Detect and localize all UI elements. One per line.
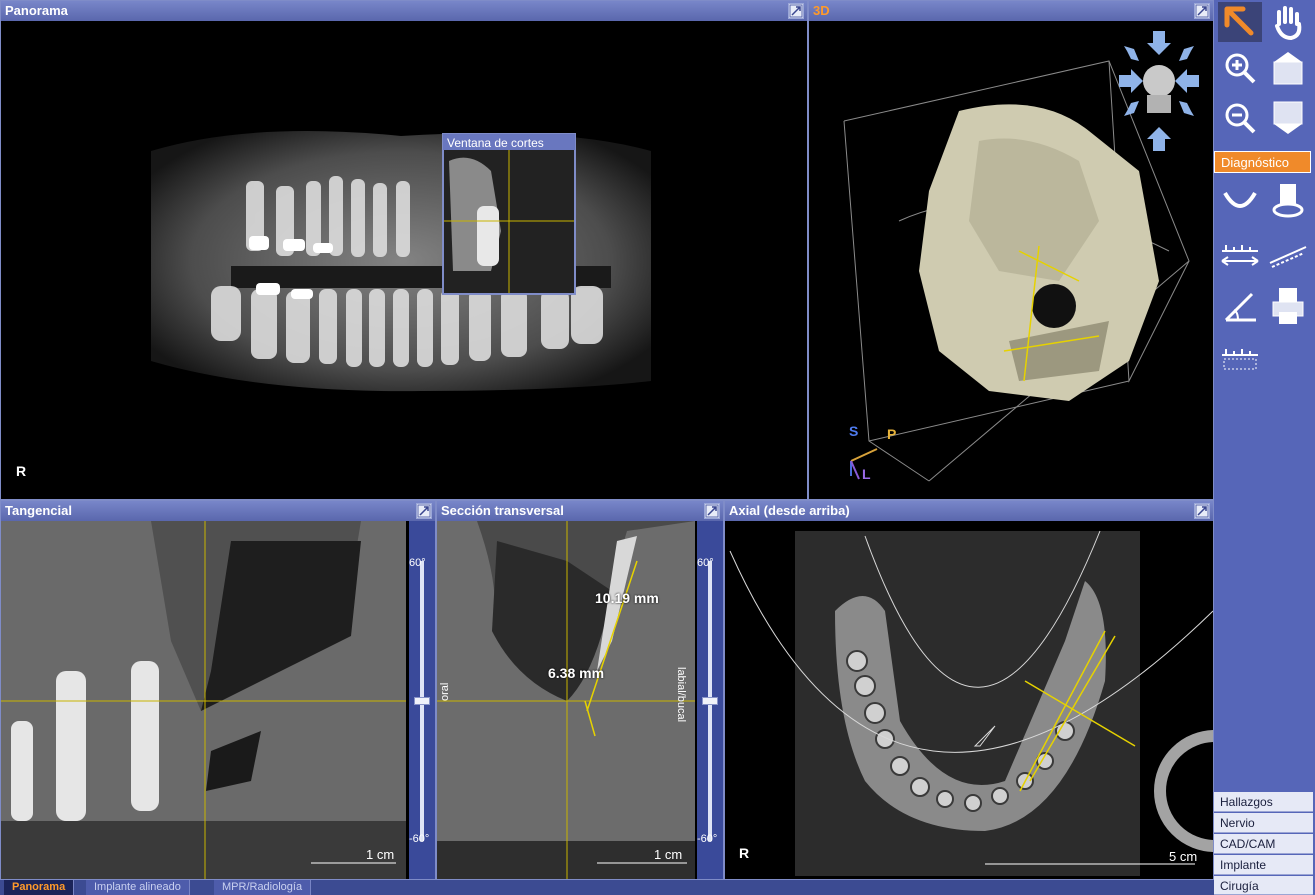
bottom-tab-bar: Panorama Implante alineado MPR/Radiologí…: [0, 880, 1214, 895]
tangential-title: Tangencial: [1, 501, 435, 521]
pointer-tool[interactable]: [1218, 2, 1262, 42]
panorama-image[interactable]: Ventana de cortes R: [1, 21, 807, 499]
angle-tool[interactable]: [1218, 286, 1262, 326]
axial-xray: [729, 530, 1213, 876]
view3d-render[interactable]: S P L: [809, 21, 1213, 499]
menu-implante[interactable]: Implante: [1214, 855, 1313, 875]
right-toolbar: [1214, 0, 1315, 895]
pointer-icon: [1224, 6, 1254, 36]
arch-tool[interactable]: [1218, 180, 1262, 220]
measurement-2[interactable]: 6.38 mm: [548, 665, 604, 681]
tangential-image[interactable]: 1 cm 60° -60°: [1, 521, 435, 879]
tab-panorama[interactable]: Panorama: [4, 880, 75, 895]
zoom-in-icon: [1225, 53, 1256, 84]
menu-nervio[interactable]: Nervio: [1214, 813, 1313, 833]
polyline-icon: [1269, 246, 1307, 268]
labial-bucal-label: labial/bucal: [675, 667, 687, 723]
panorama-side-marker: R: [16, 463, 27, 479]
axis-p-label: P: [887, 426, 897, 442]
measurement-1[interactable]: 10.19 mm: [595, 590, 659, 606]
angle-icon: [1224, 292, 1256, 322]
slider-bottom-label: -60°: [697, 833, 718, 845]
app-window: Panorama Ventana de cortes R 3D S P L Ta…: [0, 0, 1315, 895]
polyline-tool[interactable]: [1266, 236, 1310, 276]
cross-section-title: Sección transversal: [437, 501, 723, 521]
axial-side-marker: R: [739, 845, 750, 861]
cross-section-viewport[interactable]: Sección transversal 10.19 mm 6.38 mm 1 c…: [436, 500, 724, 880]
distance-icon: [1221, 245, 1259, 266]
axial-title: Axial (desde arriba): [725, 501, 1213, 521]
tangential-scale: 1 cm: [366, 847, 395, 862]
menu-cad-cam[interactable]: CAD/CAM: [1214, 834, 1313, 854]
layer-down-tool[interactable]: [1266, 98, 1310, 138]
maximize-icon[interactable]: [1194, 3, 1210, 19]
pan-tool[interactable]: [1266, 2, 1310, 42]
nerve-tool[interactable]: [1266, 180, 1310, 220]
slice-window-title: Ventana de cortes: [447, 136, 544, 150]
hand-icon: [1275, 6, 1302, 40]
ruler-grid-tool[interactable]: [1218, 340, 1262, 380]
nerve-icon: [1272, 184, 1304, 218]
layer-up-icon: [1273, 52, 1303, 85]
layer-down-icon: [1273, 101, 1303, 134]
diagnostico-section-label[interactable]: Diagnóstico: [1214, 151, 1311, 173]
maximize-icon[interactable]: [416, 503, 432, 519]
axial-viewport[interactable]: Axial (desde arriba) R 5 cm: [724, 500, 1214, 880]
slider-knob[interactable]: [702, 697, 718, 705]
arch-icon: [1223, 191, 1257, 208]
slider-top-label: 60°: [409, 557, 426, 569]
view3d-title: 3D: [809, 1, 1213, 21]
zoom-in-tool[interactable]: [1218, 48, 1262, 88]
print-icon: [1272, 288, 1304, 324]
slider-bottom-label: -60°: [409, 833, 430, 845]
panorama-xray: Ventana de cortes: [151, 131, 651, 392]
ruler-grid-icon: [1222, 349, 1258, 370]
maximize-icon[interactable]: [704, 503, 720, 519]
tab-implante-alineado[interactable]: Implante alineado: [86, 880, 190, 895]
zoom-out-icon: [1225, 103, 1256, 134]
axial-scale: 5 cm: [1169, 849, 1198, 864]
skull-3d-render: [843, 31, 1199, 482]
cross-section-angle-slider[interactable]: [697, 521, 723, 879]
distance-tool[interactable]: [1218, 236, 1262, 276]
view3d-viewport[interactable]: 3D S P L: [808, 0, 1214, 500]
cross-section-scale: 1 cm: [654, 847, 683, 862]
panorama-title: Panorama: [1, 1, 807, 21]
layer-up-tool[interactable]: [1266, 48, 1310, 88]
orientation-head-icon: [1119, 31, 1199, 151]
axial-image[interactable]: R 5 cm: [725, 521, 1213, 879]
axis-s-label: S: [849, 423, 859, 439]
menu-cirugia[interactable]: Cirugía: [1214, 876, 1313, 895]
axis-l-label: L: [862, 466, 871, 482]
maximize-icon[interactable]: [1194, 503, 1210, 519]
zoom-out-tool[interactable]: [1218, 98, 1262, 138]
tangential-viewport[interactable]: Tangencial 1 cm 60° -60°: [0, 500, 436, 880]
panorama-viewport[interactable]: Panorama Ventana de cortes R: [0, 0, 808, 500]
cross-section-xray: [437, 521, 695, 879]
tangential-angle-slider[interactable]: [409, 521, 435, 879]
maximize-icon[interactable]: [788, 3, 804, 19]
tangential-xray: [1, 521, 406, 879]
cross-section-image[interactable]: 10.19 mm 6.38 mm 1 cm oral labial/bucal …: [437, 521, 723, 879]
oral-label: oral: [439, 682, 451, 701]
print-tool[interactable]: [1266, 286, 1310, 326]
slider-knob[interactable]: [414, 697, 430, 705]
menu-hallazgos[interactable]: Hallazgos: [1214, 792, 1313, 812]
tab-mpr-radiologia[interactable]: MPR/Radiología: [214, 880, 312, 895]
slider-top-label: 60°: [697, 557, 714, 569]
